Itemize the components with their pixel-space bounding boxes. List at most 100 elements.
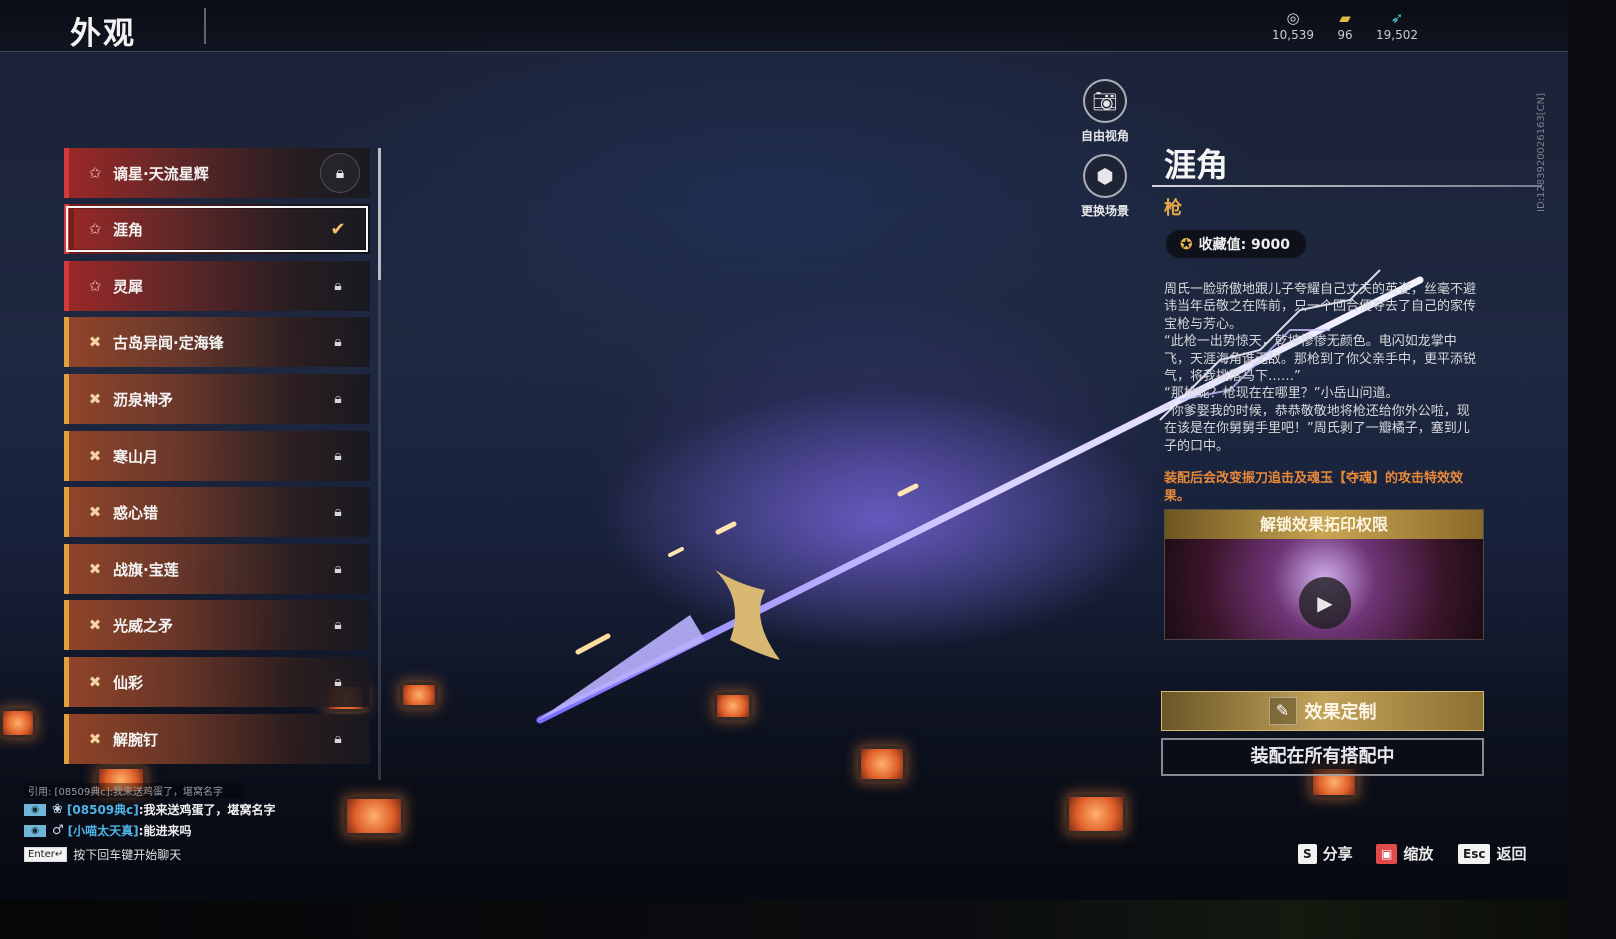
lantern xyxy=(858,746,906,782)
chat-text: :我来送鸡蛋了，堪窝名字 xyxy=(138,803,276,817)
list-item-label: 战旗·宝莲 xyxy=(113,560,179,579)
top-bar: 外观 ◎ 10,539 ▰ 96 ➶ 19,502 xyxy=(0,0,1568,52)
lock-icon: 🔒︎ xyxy=(334,504,342,520)
lore-paragraph: “此枪一出势惊天，乾坤惨惨无颜色。电闪如龙掌中飞，天涯海角谁无敌。那枪到了你父亲… xyxy=(1164,334,1477,385)
chat-sender[interactable]: [小喵太天真] xyxy=(68,822,139,839)
lantern xyxy=(1066,794,1126,834)
list-item[interactable]: ✖ 寒山月 🔒︎ xyxy=(64,431,370,481)
list-item[interactable]: ✩ 灵犀 🔒︎ xyxy=(64,261,370,311)
share-key: S xyxy=(1298,843,1317,864)
currency-value: 19,502 xyxy=(1376,28,1418,42)
chat-quote: 引用: [08509典c]:我来送鸡蛋了，堪窝名字 xyxy=(24,783,244,798)
free-camera-label: 自由视角 xyxy=(1080,129,1129,143)
lotus-icon: ❀ xyxy=(52,802,63,817)
effect-preview[interactable]: 解锁效果拓印权限 ▶ xyxy=(1164,509,1484,640)
lock-icon: 🔒︎ xyxy=(334,448,342,464)
currency-feathers: ➶ 19,502 xyxy=(1362,8,1432,42)
change-scene-label: 更换场景 xyxy=(1080,204,1129,218)
lock-icon: 🔒︎ xyxy=(334,561,342,577)
lock-icon: 🔒︎ xyxy=(334,674,342,690)
weapon-glow xyxy=(600,390,1160,650)
lock-icon: 🔒︎ xyxy=(334,617,342,633)
free-camera-button[interactable]: 📷︎ 自由视角 xyxy=(1065,79,1145,144)
list-item[interactable]: ✖ 惑心错 🔒︎ xyxy=(64,487,370,537)
lore-paragraph: “你爹娶我的时候，恭恭敬敬地将枪还给你外公啦，现在该是在你舅舅手里吧！”周氏剥了… xyxy=(1164,403,1470,454)
list-item[interactable]: ✖ 解腕钉 🔒︎ xyxy=(64,714,370,764)
chat-message: ◉ ❀ [08509典c] :我来送鸡蛋了，堪窝名字 xyxy=(24,800,404,819)
feather-icon: ➶ xyxy=(1390,9,1404,27)
share-hint[interactable]: S 分享 xyxy=(1298,843,1353,864)
item-name: 涯角 xyxy=(1164,146,1229,184)
list-item[interactable]: ✖ 沥泉神矛 🔒︎ xyxy=(64,374,370,424)
lantern xyxy=(714,692,752,720)
collection-value: 收藏值: 9000 xyxy=(1198,237,1291,253)
list-item-label: 古岛异闻·定海锋 xyxy=(113,333,224,352)
list-item[interactable]: ✖ 仙彩 🔒︎ xyxy=(64,657,370,707)
back-label: 返回 xyxy=(1496,845,1527,863)
lock-icon: 🔒︎ xyxy=(334,278,342,294)
lore-text: 周氏一脸骄傲地跟儿子夸耀自己丈夫的英姿，丝毫不避讳当年岳敬之在阵前，只一个回合便… xyxy=(1164,281,1482,455)
cross-rank-icon: ✖ xyxy=(88,503,102,521)
bottom-strip xyxy=(0,900,1616,939)
chat-input-hint[interactable]: Enter↵ 按下回车键开始聊天 xyxy=(24,846,404,863)
wand-icon: ✎ xyxy=(1268,697,1297,725)
spark xyxy=(575,633,611,655)
back-hint[interactable]: Esc 返回 xyxy=(1458,843,1526,864)
page-title: 外观 xyxy=(70,16,136,52)
list-item-label: 谪星·天流星辉 xyxy=(113,164,209,183)
list-item[interactable]: ✩ 谪星·天流星辉 🔒︎ xyxy=(64,148,370,198)
cross-rank-icon: ✖ xyxy=(88,673,102,691)
cross-rank-icon: ✖ xyxy=(88,616,102,634)
customize-effect-button[interactable]: ✎ 效果定制 xyxy=(1161,691,1484,731)
check-icon: ✔ xyxy=(330,218,346,240)
list-item-label: 惑心错 xyxy=(113,503,159,522)
enter-key: Enter↵ xyxy=(24,847,68,862)
lantern xyxy=(400,682,438,708)
preview-video[interactable]: ▶ xyxy=(1165,539,1483,639)
list-item-label: 涯角 xyxy=(113,220,144,239)
zoom-label: 缩放 xyxy=(1403,845,1434,863)
lantern xyxy=(0,708,36,738)
spear-tip xyxy=(535,615,705,722)
esc-key: Esc xyxy=(1458,843,1491,864)
chat-sender[interactable]: [08509典c] xyxy=(67,801,139,818)
cube-icon: ⬢ xyxy=(1083,154,1127,198)
list-item-label: 沥泉神矛 xyxy=(113,390,174,409)
enter-hint: 按下回车键开始聊天 xyxy=(73,848,182,862)
item-type: 枪 xyxy=(1164,198,1182,219)
list-item-label: 仙彩 xyxy=(113,673,144,692)
customize-label: 效果定制 xyxy=(1304,702,1377,723)
change-scene-button[interactable]: ⬢ 更换场景 xyxy=(1065,154,1145,219)
list-item[interactable]: ✖ 光威之矛 🔒︎ xyxy=(64,600,370,650)
list-item-label: 光威之矛 xyxy=(113,616,174,635)
lore-paragraph: 周氏一脸骄傲地跟儿子夸耀自己丈夫的英姿，丝毫不避讳当年岳敬之在阵前，只一个回合便… xyxy=(1164,282,1477,332)
lock-icon: 🔒︎ xyxy=(334,334,342,350)
star-rank-icon: ✩ xyxy=(88,220,102,238)
list-scrollbar-thumb[interactable] xyxy=(378,148,381,280)
lock-icon: 🔒︎ xyxy=(334,731,342,747)
preview-title: 解锁效果拓印权限 xyxy=(1165,510,1483,539)
appearance-list: ✩ 谪星·天流星辉 🔒︎ ✩ 涯角 ✔ ✩ 灵犀 🔒︎ ✖ 古岛异闻·定海锋 🔒… xyxy=(64,145,374,777)
zoom-hint[interactable]: ▣ 缩放 xyxy=(1376,843,1433,864)
cross-rank-icon: ✖ xyxy=(88,333,102,351)
collection-coin-icon: ✪ xyxy=(1180,235,1193,253)
list-item[interactable]: ✩ 涯角 ✔ xyxy=(64,204,370,254)
lore-paragraph: “那枪呢？枪现在在哪里？”小岳山问道。 xyxy=(1164,386,1399,402)
list-item-label: 灵犀 xyxy=(113,277,144,296)
share-label: 分享 xyxy=(1322,845,1353,863)
name-underline xyxy=(1152,185,1542,187)
list-item-label: 寒山月 xyxy=(113,447,159,466)
title-divider xyxy=(204,8,206,44)
collection-value-badge: ✪ 收藏值: 9000 xyxy=(1166,230,1307,258)
equip-all-button[interactable]: 装配在所有搭配中 xyxy=(1161,738,1484,776)
right-edge xyxy=(1568,0,1616,939)
chat-message: ◉ ♂ [小喵太天真] :能进来吗 xyxy=(24,821,404,840)
list-item[interactable]: ✖ 古岛异闻·定海锋 🔒︎ xyxy=(64,317,370,367)
chat-text: :能进来吗 xyxy=(138,824,192,838)
cross-rank-icon: ✖ xyxy=(88,447,102,465)
list-item-label: 解腕钉 xyxy=(113,730,159,749)
list-item[interactable]: ✖ 战旗·宝莲 🔒︎ xyxy=(64,544,370,594)
lock-icon: 🔒︎ xyxy=(320,153,360,193)
play-icon[interactable]: ▶ xyxy=(1299,577,1351,629)
player-id: ID:1283920026163[CN] xyxy=(1536,93,1547,212)
